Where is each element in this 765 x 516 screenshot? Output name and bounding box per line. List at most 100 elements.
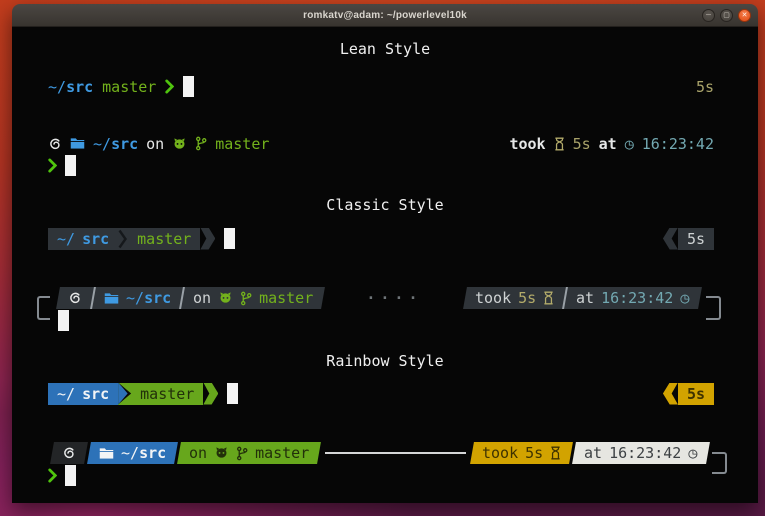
gap-filler-line bbox=[325, 452, 466, 454]
cursor-block bbox=[65, 465, 76, 486]
prompt-chevron-icon bbox=[48, 158, 57, 173]
vcs-segment: on master bbox=[177, 442, 321, 464]
rainbow-short-left: ~/src master bbox=[48, 383, 238, 405]
maximize-button[interactable]: ▢ bbox=[720, 9, 733, 22]
clock-icon: ◷ bbox=[689, 444, 698, 462]
on-label: on bbox=[146, 135, 164, 153]
classic-short-right: 5s bbox=[663, 228, 714, 250]
on-label: on bbox=[189, 444, 207, 462]
terminal-content: Lean Style ~/src master 5s ~/sr bbox=[12, 27, 758, 503]
minimize-button[interactable]: ─ bbox=[702, 9, 715, 22]
branch-name: master bbox=[102, 78, 156, 96]
current-path: ~/src bbox=[93, 135, 138, 153]
dir-segment: ~/src bbox=[87, 442, 178, 464]
at-label: at bbox=[599, 135, 617, 153]
window-title: romkatv@adam: ~/powerlevel10k bbox=[303, 10, 467, 21]
github-octocat-icon bbox=[218, 291, 233, 305]
prompt-rainbow-full: ~/src on master bbox=[52, 441, 708, 464]
prompt-gap: ···· bbox=[323, 289, 465, 307]
time-value: 16:23:42 bbox=[642, 135, 714, 153]
hourglass-icon bbox=[554, 137, 565, 151]
cursor-block bbox=[183, 76, 194, 97]
segment-start-arrow bbox=[663, 383, 678, 405]
folder-icon bbox=[99, 446, 114, 459]
duration-segment: took 5s bbox=[464, 287, 567, 309]
branch-name: master bbox=[259, 289, 313, 307]
github-octocat-icon bbox=[214, 446, 229, 460]
prompt-classic-full-line2 bbox=[58, 309, 714, 332]
desktop: { "window": { "title": "romkatv@adam: ~/… bbox=[0, 0, 765, 516]
terminal-window: romkatv@adam: ~/powerlevel10k ─ ▢ ✕ Lean… bbox=[12, 4, 758, 503]
cursor-block bbox=[65, 155, 76, 176]
prompt-rainbow-short: ~/src master 5s bbox=[48, 382, 714, 405]
duration-value: 5s bbox=[678, 385, 714, 403]
current-path: ~/src bbox=[126, 289, 171, 307]
prompt-rainbow-full-line2 bbox=[48, 464, 714, 487]
lean-short-left: ~/src master bbox=[48, 76, 194, 97]
time-value: 16:23:42 bbox=[610, 444, 682, 462]
time-value: 16:23:42 bbox=[602, 289, 674, 307]
prompt-frame-right bbox=[712, 452, 727, 474]
current-path: ~/src bbox=[48, 78, 93, 96]
folder-icon bbox=[70, 137, 85, 150]
cursor-block bbox=[224, 228, 235, 249]
hourglass-icon bbox=[544, 291, 555, 305]
git-branch-icon bbox=[240, 290, 252, 305]
time-segment: at 16:23:42 ◷ bbox=[565, 287, 702, 309]
rainbow-right-bar: took 5s at 16:23:42 ◷ bbox=[471, 442, 710, 464]
prompt-chevron-icon bbox=[48, 468, 57, 483]
took-label: took bbox=[475, 289, 511, 307]
gap-filler-dots: ···· bbox=[366, 289, 422, 307]
folder-icon bbox=[104, 291, 119, 304]
duration-value: 5s bbox=[573, 135, 591, 153]
took-label: took bbox=[482, 444, 518, 462]
segment-separator bbox=[118, 383, 131, 405]
segment-end-arrow bbox=[200, 228, 215, 250]
os-segment bbox=[50, 442, 88, 464]
github-octocat-icon bbox=[172, 137, 187, 151]
segment-end-arrow bbox=[203, 383, 218, 405]
titlebar[interactable]: romkatv@adam: ~/powerlevel10k ─ ▢ ✕ bbox=[12, 4, 758, 27]
git-branch-icon bbox=[236, 445, 248, 460]
took-label: took bbox=[509, 135, 545, 153]
os-debian-icon bbox=[48, 137, 62, 151]
branch-name: master bbox=[131, 385, 203, 403]
clock-icon: ◷ bbox=[681, 289, 690, 307]
lean-full-right: took 5s at ◷ 16:23:42 bbox=[509, 135, 714, 153]
window-controls: ─ ▢ ✕ bbox=[702, 9, 751, 22]
rainbow-left-bar: ~/src on master bbox=[50, 442, 321, 464]
classic-right-bar: took 5s at 16:23:42 ◷ bbox=[464, 287, 702, 309]
duration-value: 5s bbox=[678, 230, 714, 248]
segment-start-arrow bbox=[663, 228, 678, 250]
duration-value: 5s bbox=[519, 289, 537, 307]
at-label: at bbox=[577, 289, 595, 307]
dir-segment: ~/src bbox=[92, 287, 183, 309]
section-title-lean: Lean Style bbox=[12, 37, 758, 60]
classic-short-left: ~/src master bbox=[48, 228, 235, 250]
close-button[interactable]: ✕ bbox=[738, 9, 751, 22]
dir-segment: ~/src bbox=[48, 383, 118, 405]
cursor-block bbox=[227, 383, 238, 404]
os-debian-icon bbox=[62, 446, 76, 460]
duration-badge: 5s bbox=[696, 78, 714, 96]
os-segment bbox=[56, 287, 94, 309]
section-title-classic: Classic Style bbox=[12, 193, 758, 216]
current-path: ~/src bbox=[121, 444, 166, 462]
current-path: ~/src bbox=[48, 230, 118, 248]
rainbow-short-right: 5s bbox=[663, 383, 714, 405]
prompt-lean-full: ~/src on master took 5s at ◷ 16:23:42 bbox=[48, 132, 714, 155]
duration-segment: took 5s bbox=[471, 442, 574, 464]
vcs-segment: on master bbox=[181, 287, 325, 309]
segment-separator-icon bbox=[118, 228, 128, 250]
branch-name: master bbox=[128, 230, 200, 248]
on-label: on bbox=[193, 289, 211, 307]
prompt-lean-short: ~/src master 5s bbox=[48, 75, 714, 98]
classic-left-bar: ~/src on master bbox=[56, 287, 325, 309]
time-segment: at 16:23:42 ◷ bbox=[573, 442, 710, 464]
os-debian-icon bbox=[68, 291, 82, 305]
hourglass-icon bbox=[551, 446, 562, 460]
git-branch-icon bbox=[195, 136, 207, 151]
lean-full-left: ~/src on master bbox=[48, 135, 269, 153]
prompt-chevron-icon bbox=[165, 79, 174, 94]
branch-name: master bbox=[215, 135, 269, 153]
